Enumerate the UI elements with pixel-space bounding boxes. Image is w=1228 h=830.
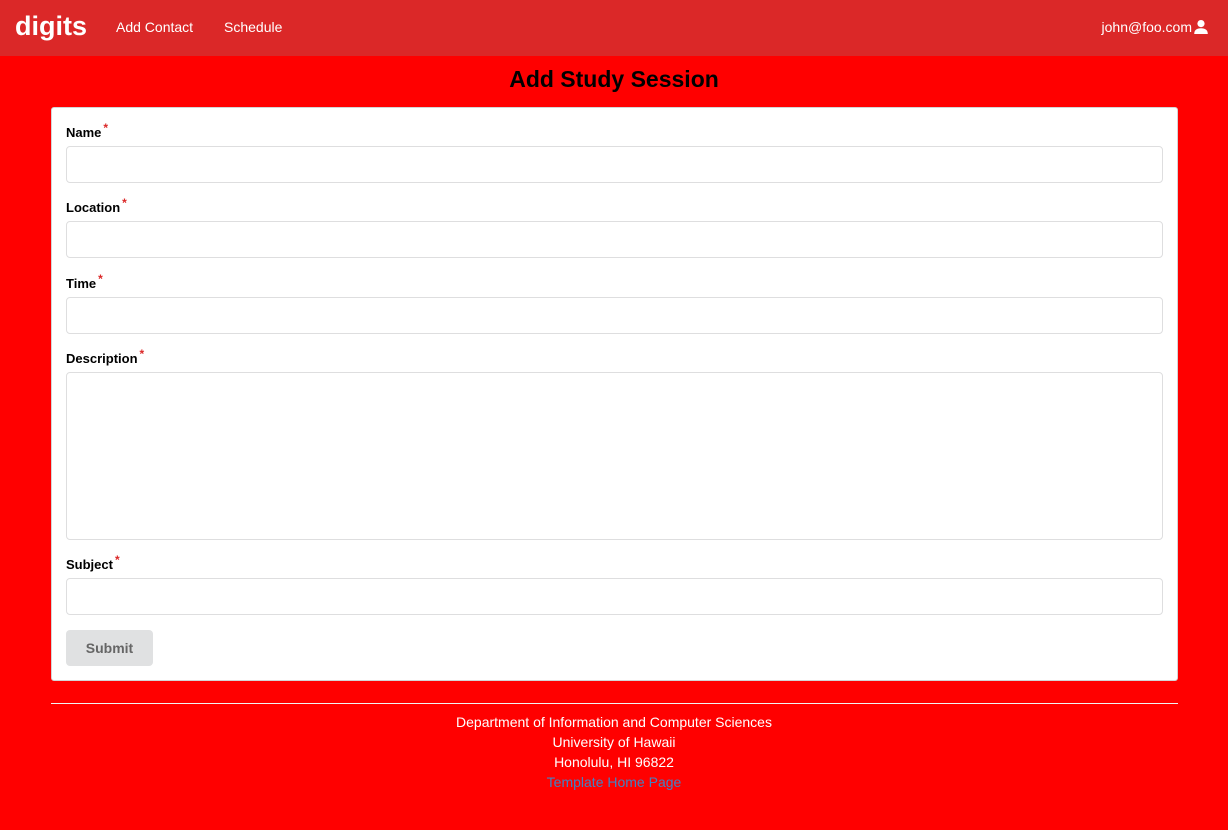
study-session-form: Name * Location * Time * Description * Subje… — [51, 107, 1178, 681]
subject-input[interactable] — [66, 578, 1163, 615]
user-email: john@foo.com — [1101, 19, 1192, 35]
name-label-text: Name — [66, 125, 102, 140]
name-input[interactable] — [66, 146, 1163, 183]
name-label: Name * — [66, 121, 108, 141]
footer: Department of Information and Computer S… — [0, 712, 1228, 792]
brand-logo[interactable]: digits — [15, 8, 87, 44]
footer-address: Honolulu, HI 96822 — [554, 754, 674, 770]
subject-label: Subject * — [66, 553, 120, 573]
required-marker: * — [98, 272, 103, 286]
time-label-text: Time — [66, 276, 97, 291]
location-label-text: Location — [66, 200, 121, 215]
top-navbar: digits Add Contact Schedule john@foo.com — [0, 0, 1228, 56]
required-marker: * — [114, 553, 120, 567]
user-menu[interactable]: john@foo.com — [1102, 18, 1209, 36]
footer-divider — [51, 703, 1178, 704]
location-label: Location * — [66, 196, 127, 216]
nav-schedule[interactable]: Schedule — [224, 18, 282, 36]
required-marker: * — [139, 347, 145, 361]
required-marker: * — [122, 196, 127, 210]
required-marker: * — [103, 121, 109, 135]
submit-button[interactable]: Submit — [66, 630, 153, 666]
footer-university: University of Hawaii — [552, 734, 676, 750]
subject-label-text: Subject — [66, 557, 113, 572]
description-textarea[interactable] — [66, 372, 1163, 540]
description-label-text: Description — [66, 351, 138, 366]
user-icon — [1193, 19, 1209, 35]
footer-department: Department of Information and Computer S… — [456, 714, 772, 730]
page-title: Add Study Session — [509, 66, 719, 92]
time-input[interactable] — [66, 297, 1163, 334]
description-label: Description * — [66, 347, 144, 367]
nav-add-contact[interactable]: Add Contact — [116, 18, 193, 36]
template-home-link[interactable]: Template Home Page — [547, 774, 682, 790]
location-input[interactable] — [66, 221, 1163, 258]
time-label: Time * — [66, 272, 103, 292]
